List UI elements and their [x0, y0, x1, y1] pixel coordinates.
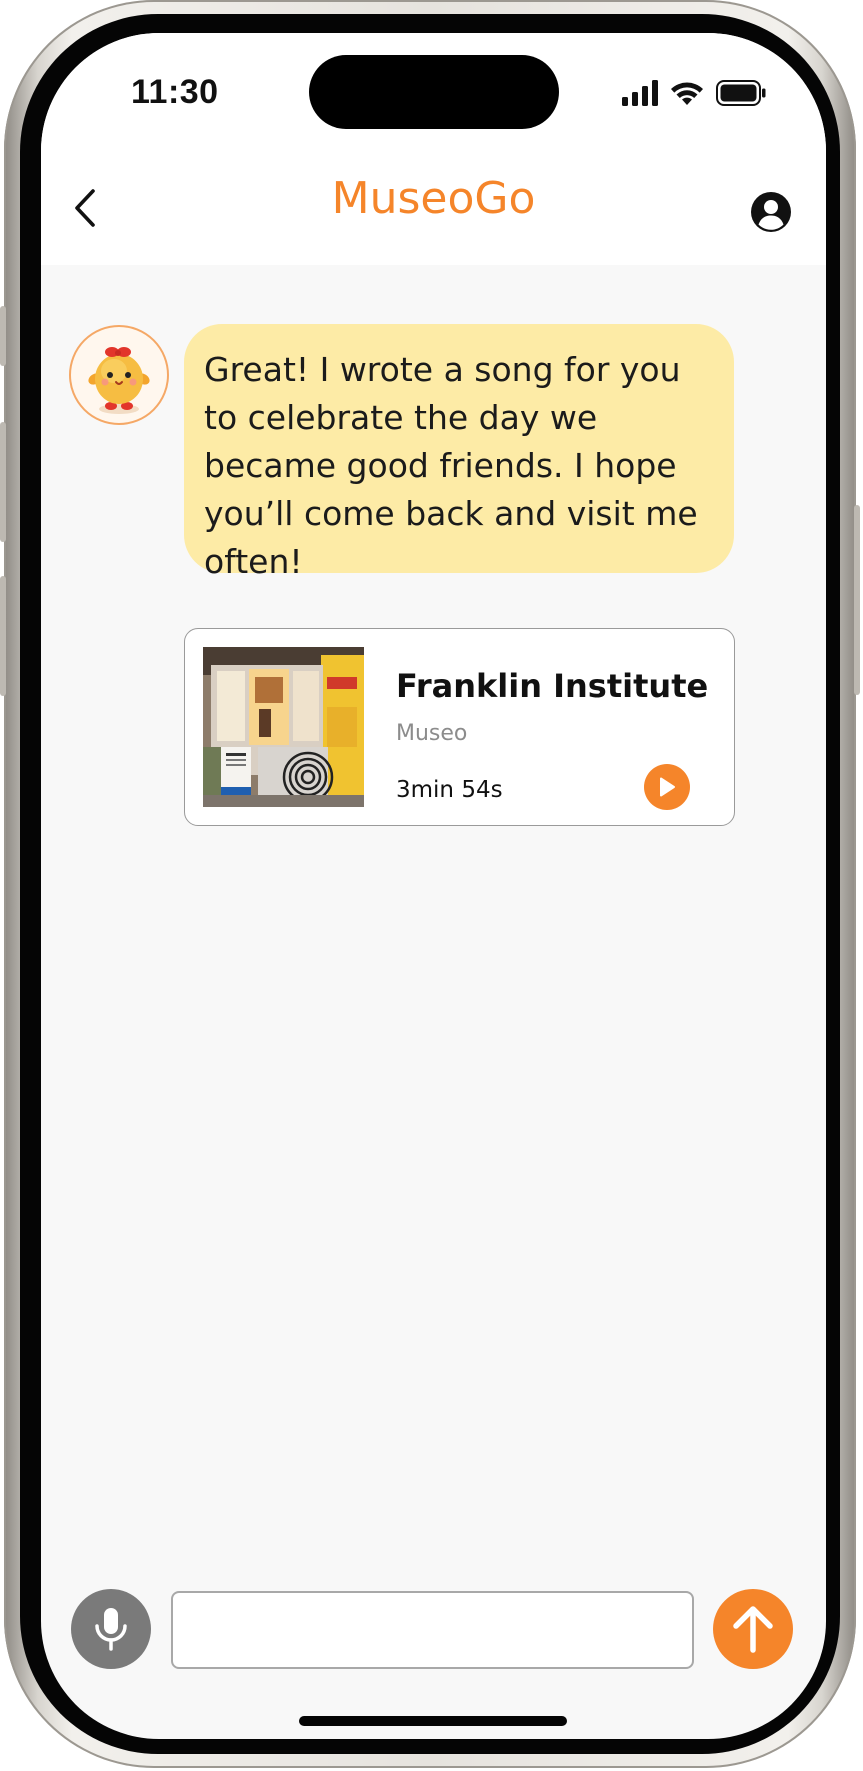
- app-screen: 11:30 MuseoGo Great! I wrote a song for …: [41, 33, 826, 1739]
- museum-thumbnail: [203, 647, 364, 807]
- home-indicator[interactable]: [299, 1716, 567, 1726]
- app-title: MuseoGo: [331, 173, 536, 224]
- microphone-button[interactable]: [71, 1589, 151, 1669]
- song-card[interactable]: Franklin Institute Museo 3min 54s: [184, 628, 735, 826]
- play-icon: [660, 777, 675, 797]
- microphone-icon: [95, 1608, 127, 1651]
- arrow-up-icon: [733, 1606, 773, 1653]
- message-input[interactable]: [171, 1591, 694, 1669]
- status-time: 11:30: [131, 73, 219, 111]
- status-bar: 11:30: [41, 33, 826, 153]
- track-title: Franklin Institute: [396, 667, 709, 705]
- dynamic-island: [309, 55, 559, 129]
- status-icons: [622, 77, 766, 109]
- track-duration: 3min 54s: [396, 777, 503, 803]
- cellular-signal-icon: [622, 80, 658, 106]
- wifi-icon: [671, 82, 703, 105]
- track-subtitle: Museo: [396, 721, 468, 746]
- send-button[interactable]: [713, 1589, 793, 1669]
- chick-mascot-avatar: [69, 325, 169, 425]
- bot-message-bubble: Great! I wrote a song for you to celebra…: [184, 324, 734, 581]
- play-button[interactable]: [644, 764, 690, 810]
- user-circle-icon: [751, 192, 791, 232]
- profile-button[interactable]: [750, 191, 792, 233]
- app-header: MuseoGo: [41, 153, 826, 265]
- battery-icon: [716, 80, 766, 106]
